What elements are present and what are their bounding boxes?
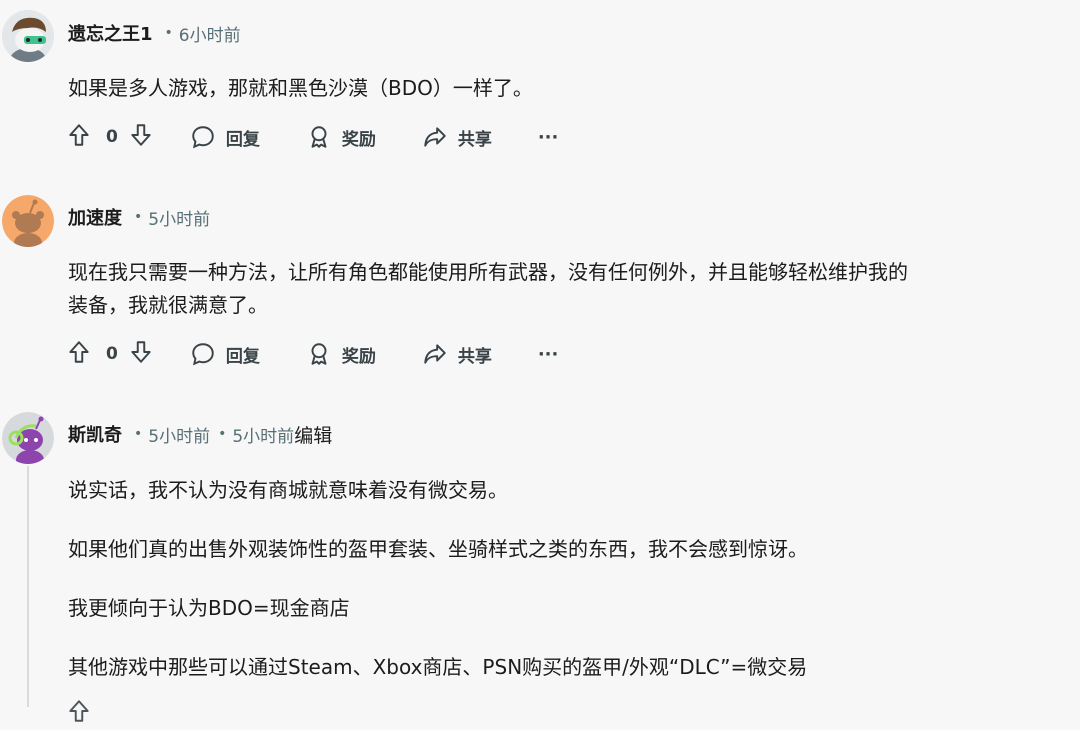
edit-timestamp: 5小时前 [232, 426, 295, 447]
thread-line[interactable] [27, 466, 29, 707]
separator-dot: • [164, 25, 173, 41]
upvote-icon[interactable] [66, 122, 92, 153]
comment-body: 说实话，我不认为没有商城就意味着没有微交易。 如果他们真的出售外观装饰性的盔甲套… [68, 473, 1058, 684]
edited-label: 编辑 [294, 424, 333, 447]
comment-text-line: 如果是多人游戏，那就和黑色沙漠（BDO）一样了。 [68, 76, 533, 100]
downvote-icon[interactable] [128, 339, 154, 370]
award-label: 奖励 [341, 346, 376, 367]
share-button[interactable]: 共享 [422, 341, 492, 367]
avatar[interactable] [2, 10, 54, 62]
award-label: 奖励 [341, 129, 376, 150]
more-icon: ··· [537, 126, 559, 148]
comment-paragraph: 如果他们真的出售外观装饰性的盔甲套装、坐骑样式之类的东西，我不会感到惊讶。 [68, 537, 808, 561]
share-button[interactable]: 共享 [422, 124, 492, 150]
comment-paragraph: 说实话，我不认为没有商城就意味着没有微交易。 [68, 478, 508, 502]
comment-body: 如果是多人游戏，那就和黑色沙漠（BDO）一样了。 [68, 71, 1058, 105]
comment-meta: 加速度 • 5小时前 [68, 203, 210, 231]
comment-text-line: 装备，我就很满意了。 [68, 293, 268, 317]
vote-control: 0 [66, 339, 154, 370]
share-icon [422, 124, 448, 150]
award-icon [306, 124, 332, 150]
comment-meta: 斯凯奇 • 5小时前 • 5小时前 编辑 [68, 420, 332, 448]
timestamp[interactable]: 6小时前 [179, 21, 241, 46]
author-name[interactable]: 遗忘之王1 [68, 20, 153, 46]
reply-label: 回复 [225, 346, 260, 367]
share-label: 共享 [457, 346, 492, 367]
avatar[interactable] [2, 195, 54, 247]
author-name[interactable]: 斯凯奇 [68, 421, 122, 447]
reply-button[interactable]: 回复 [190, 341, 260, 367]
timestamp[interactable]: 5小时前 [148, 422, 210, 447]
more-options-button[interactable]: ··· [538, 344, 559, 365]
comment-actions: 0 回复 奖励 共享 ··· [66, 120, 558, 154]
more-icon: ··· [537, 343, 559, 365]
reply-bubble-icon [190, 341, 216, 367]
comment-paragraph: 我更倾向于认为BDO=现金商店 [68, 596, 350, 620]
comment-actions: 0 回复 奖励 共享 ··· [66, 337, 558, 371]
comment-actions-partial [66, 696, 92, 730]
separator-dot: • [218, 426, 227, 442]
comment-body: 现在我只需要一种方法，让所有角色都能使用所有武器，没有任何例外，并且能够轻松维护… [68, 255, 1058, 322]
award-icon [306, 341, 332, 367]
upvote-icon[interactable] [66, 339, 92, 370]
comment-paragraph: 其他游戏中那些可以通过Steam、Xbox商店、PSN购买的盔甲/外观“DLC”… [68, 655, 808, 679]
award-button[interactable]: 奖励 [306, 124, 376, 150]
vote-count: 0 [106, 344, 118, 364]
share-icon [422, 341, 448, 367]
reply-label: 回复 [225, 129, 260, 150]
author-name[interactable]: 加速度 [68, 204, 122, 230]
separator-dot: • [134, 209, 143, 225]
vote-count: 0 [106, 127, 118, 147]
vote-control: 0 [66, 122, 154, 153]
comment-text-line: 现在我只需要一种方法，让所有角色都能使用所有武器，没有任何例外，并且能够轻松维护… [68, 260, 908, 284]
reply-bubble-icon [190, 124, 216, 150]
avatar[interactable] [2, 412, 54, 464]
separator-dot: • [134, 426, 143, 442]
comment-meta: 遗忘之王1 • 6小时前 [68, 19, 241, 47]
downvote-icon[interactable] [128, 122, 154, 153]
share-label: 共享 [457, 129, 492, 150]
reply-button[interactable]: 回复 [190, 124, 260, 150]
more-options-button[interactable]: ··· [538, 127, 559, 148]
award-button[interactable]: 奖励 [306, 341, 376, 367]
timestamp[interactable]: 5小时前 [148, 205, 210, 230]
upvote-icon[interactable] [66, 698, 92, 729]
